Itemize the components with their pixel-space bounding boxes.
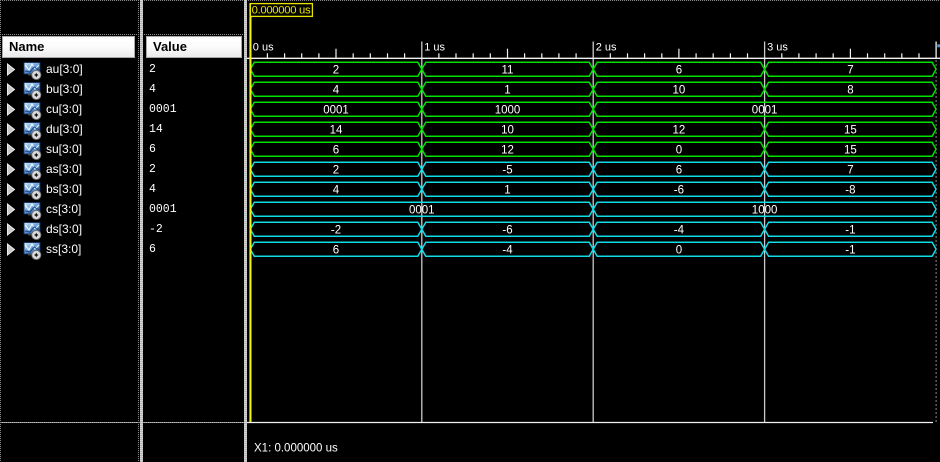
svg-text:10: 10 <box>673 84 686 96</box>
svg-text:0001: 0001 <box>409 204 435 216</box>
svg-text:-6: -6 <box>502 224 512 236</box>
svg-text:2: 2 <box>333 164 339 176</box>
svg-text:0001: 0001 <box>752 104 778 116</box>
svg-text:4: 4 <box>333 184 340 196</box>
svg-text:12: 12 <box>501 144 514 156</box>
svg-text:0.000000 us: 0.000000 us <box>252 4 311 16</box>
svg-text:7: 7 <box>847 64 853 76</box>
svg-text:2 us: 2 us <box>596 41 617 53</box>
svg-text:X1: 0.000000 us: X1: 0.000000 us <box>254 443 338 455</box>
svg-text:15: 15 <box>844 124 857 136</box>
svg-text:6: 6 <box>676 164 682 176</box>
svg-text:1 us: 1 us <box>424 41 445 53</box>
svg-text:1: 1 <box>504 84 510 96</box>
svg-text:-2: -2 <box>331 224 341 236</box>
svg-text:1000: 1000 <box>752 204 778 216</box>
svg-text:0: 0 <box>676 244 682 256</box>
svg-text:12: 12 <box>673 124 686 136</box>
svg-text:0 us: 0 us <box>253 41 274 53</box>
svg-text:10: 10 <box>501 124 514 136</box>
svg-text:0: 0 <box>676 144 682 156</box>
svg-text:-8: -8 <box>845 184 855 196</box>
svg-text:6: 6 <box>333 144 339 156</box>
svg-text:-6: -6 <box>674 184 684 196</box>
svg-text:1: 1 <box>504 184 510 196</box>
svg-text:6: 6 <box>676 64 682 76</box>
svg-text:-5: -5 <box>502 164 512 176</box>
svg-text:15: 15 <box>844 144 857 156</box>
svg-text:1000: 1000 <box>495 104 521 116</box>
svg-text:-4: -4 <box>502 244 513 256</box>
svg-text:0001: 0001 <box>323 104 349 116</box>
svg-text:3 us: 3 us <box>767 41 788 53</box>
svg-text:-1: -1 <box>845 224 855 236</box>
svg-text:11: 11 <box>502 64 514 76</box>
svg-text:4: 4 <box>333 84 340 96</box>
svg-text:-1: -1 <box>845 244 855 256</box>
svg-text:2: 2 <box>333 64 339 76</box>
svg-text:6: 6 <box>333 244 339 256</box>
svg-text:-4: -4 <box>674 224 685 236</box>
svg-text:14: 14 <box>330 124 343 136</box>
svg-text:7: 7 <box>847 164 853 176</box>
svg-text:8: 8 <box>847 84 853 96</box>
